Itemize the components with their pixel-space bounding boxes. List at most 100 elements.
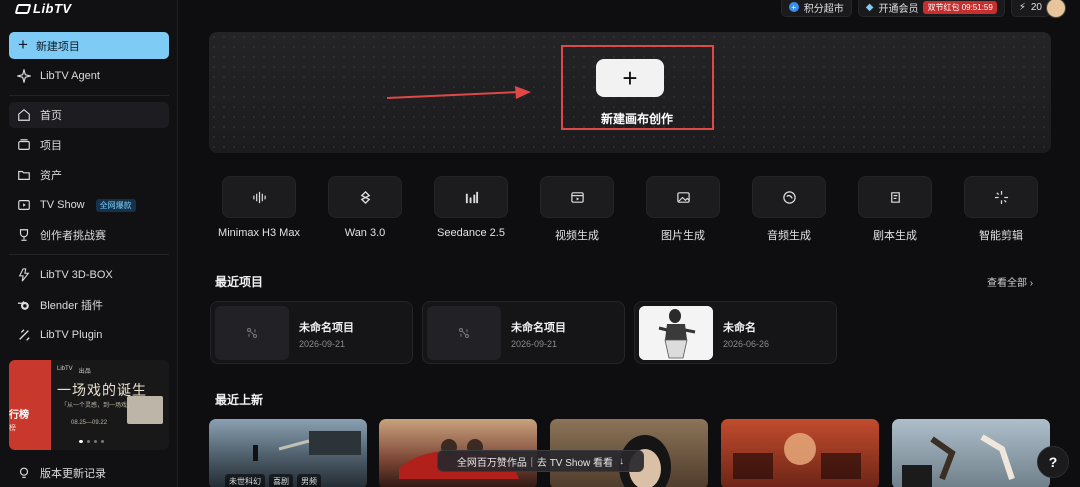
sparkle-icon [994,190,1008,204]
sidebar-item-3d-box[interactable]: LibTV 3D-BOX [9,262,169,288]
tool-icon-box[interactable] [434,176,508,218]
sidebar-item-plugin[interactable]: LibTV Plugin [9,322,169,348]
tool-label: Seedance 2.5 [437,227,505,239]
waveform-icon [252,191,266,203]
page-dot[interactable] [87,440,90,443]
tool-smart-edit[interactable]: 智能剪辑 [955,176,1047,243]
project-name: 未命名项目 [511,322,566,334]
tool-image-gen[interactable]: 图片生成 [637,176,729,243]
sidebar-item-challenge[interactable]: 创作者挑战赛 [9,222,169,248]
tool-label: 剧本生成 [873,230,917,242]
tool-icon-box[interactable] [328,176,402,218]
project-card[interactable]: 未命名项目 2026-09-21 [422,301,625,364]
sidebar-item-label: 资产 [40,170,62,182]
new-project-button[interactable]: + 新建项目 [9,32,169,59]
sword-poster-icon [733,433,861,479]
top-bar: + 积分超市 ◆ 开通会员 双节红包 09:51:59 ⚡ 20 [780,0,1080,18]
sidebar-item-tv-show[interactable]: TV Show 全网爆款 [9,192,169,218]
project-date: 2026-09-21 [511,339,558,349]
tool-icon-box[interactable] [646,176,720,218]
workflow-icon [246,327,258,339]
page-dot[interactable] [94,440,97,443]
project-card[interactable]: 未命名 2026-06-26 [634,301,837,364]
membership-label: 开通会员 [878,3,919,15]
page-dot[interactable] [79,440,83,443]
tool-icon-box[interactable] [858,176,932,218]
sidebar-item-label: 创作者挑战赛 [40,230,106,242]
tool-label: Wan 3.0 [344,227,386,239]
plus-icon: + [622,62,638,93]
page-dot[interactable] [101,440,104,443]
promo-timer-badge: 双节红包 09:51:59 [923,0,997,14]
tool-icon-box[interactable] [752,176,826,218]
tv-show-banner[interactable]: 全网百万赞作品｜去 TV Show 看看 ↓ [437,450,644,472]
tool-audio-gen[interactable]: 音频生成 [743,176,835,243]
sidebar-item-projects[interactable]: 项目 [9,132,169,158]
help-button[interactable]: ? [1037,446,1069,478]
promo-banner[interactable]: 行榜 榜 LibTV 出品 一场戏的诞生 「从一个灵感，到一场戏」 08.25—… [9,360,169,450]
tool-minimax[interactable]: Minimax H3 Max [213,176,305,239]
points-shop-button[interactable]: + 积分超市 [780,0,852,17]
video-icon [570,191,584,203]
card-tags: 未世科幻 喜剧 男频 [225,474,321,487]
sidebar-item-label: 版本更新记录 [40,468,106,480]
image-icon [676,191,690,203]
recent-projects-title: 最近项目 [215,275,264,289]
sidebar-item-blender[interactable]: Blender 插件 [9,292,169,318]
project-name: 未命名项目 [299,322,354,334]
logo-text: LibTV [33,1,72,16]
promo-pagination[interactable] [79,440,104,443]
sidebar-item-home[interactable]: 首页 [9,102,169,128]
tool-label: 图片生成 [661,230,705,242]
tool-seedance[interactable]: Seedance 2.5 [425,176,517,239]
tag-chip: 男频 [297,474,321,487]
membership-button[interactable]: ◆ 开通会员 双节红包 09:51:59 [857,0,1005,17]
blender-icon [17,298,31,312]
plus-icon: + [18,35,28,54]
project-thumbnail [427,306,501,360]
sidebar-divider [9,95,169,96]
project-card[interactable]: 未命名项目 2026-09-21 [210,301,413,364]
figure-photo-icon [639,306,713,360]
new-canvas-button[interactable]: + [596,59,664,97]
tool-icon-box[interactable] [964,176,1038,218]
tool-label: Minimax H3 Max [218,227,300,239]
see-all-link[interactable]: 查看全部 › [987,274,1033,289]
tool-icon-box[interactable] [222,176,296,218]
diamond-icon: ◆ [865,1,874,13]
latest-card[interactable] [892,419,1050,487]
tool-script-gen[interactable]: 剧本生成 [849,176,941,243]
promo-logo-b: 出品 [78,369,91,375]
tool-label: 视频生成 [555,230,599,242]
sidebar-item-label: Blender 插件 [40,300,103,312]
plugin-icon [17,328,31,342]
project-thumbnail [215,306,289,360]
sparkle-icon [17,69,31,83]
latest-card[interactable] [721,419,879,487]
promo-tagline: 「从一个灵感，到一场戏」 [61,403,134,409]
tool-video-gen[interactable]: 视频生成 [531,176,623,243]
tool-wan[interactable]: Wan 3.0 [319,176,411,239]
bolt-icon: ⚡ [1018,1,1026,13]
latest-card[interactable]: 未世科幻 喜剧 男频 [209,419,367,487]
arrow-annotation-icon [386,86,531,99]
sidebar: LibTV + 新建项目 LibTV Agent 首页 项目 资产 TV Sho… [0,0,178,487]
tag-chip: 未世科幻 [225,474,265,487]
promo-side-panel: 行榜 榜 [9,360,51,450]
new-canvas-hero[interactable]: + 新建画布创作 [209,32,1051,153]
see-all-label: 查看全部 [987,278,1027,289]
sidebar-item-agent[interactable]: LibTV Agent [9,63,169,89]
sidebar-item-changelog[interactable]: 版本更新记录 [9,460,169,486]
credits-display[interactable]: ⚡ 20 [1010,0,1050,17]
sidebar-item-label: 首页 [40,110,62,122]
promo-side-sub: 榜 [9,425,16,432]
sidebar-item-assets[interactable]: 资产 [9,162,169,188]
new-canvas-label: 新建画布创作 [600,112,673,126]
bolt-icon [17,268,31,282]
tool-icon-box[interactable] [540,176,614,218]
tag-chip: 喜剧 [269,474,293,487]
logo[interactable]: LibTV [14,1,72,16]
promo-thumbnails [127,396,163,424]
logo-mark-icon [14,3,32,14]
audio-icon [782,190,796,204]
